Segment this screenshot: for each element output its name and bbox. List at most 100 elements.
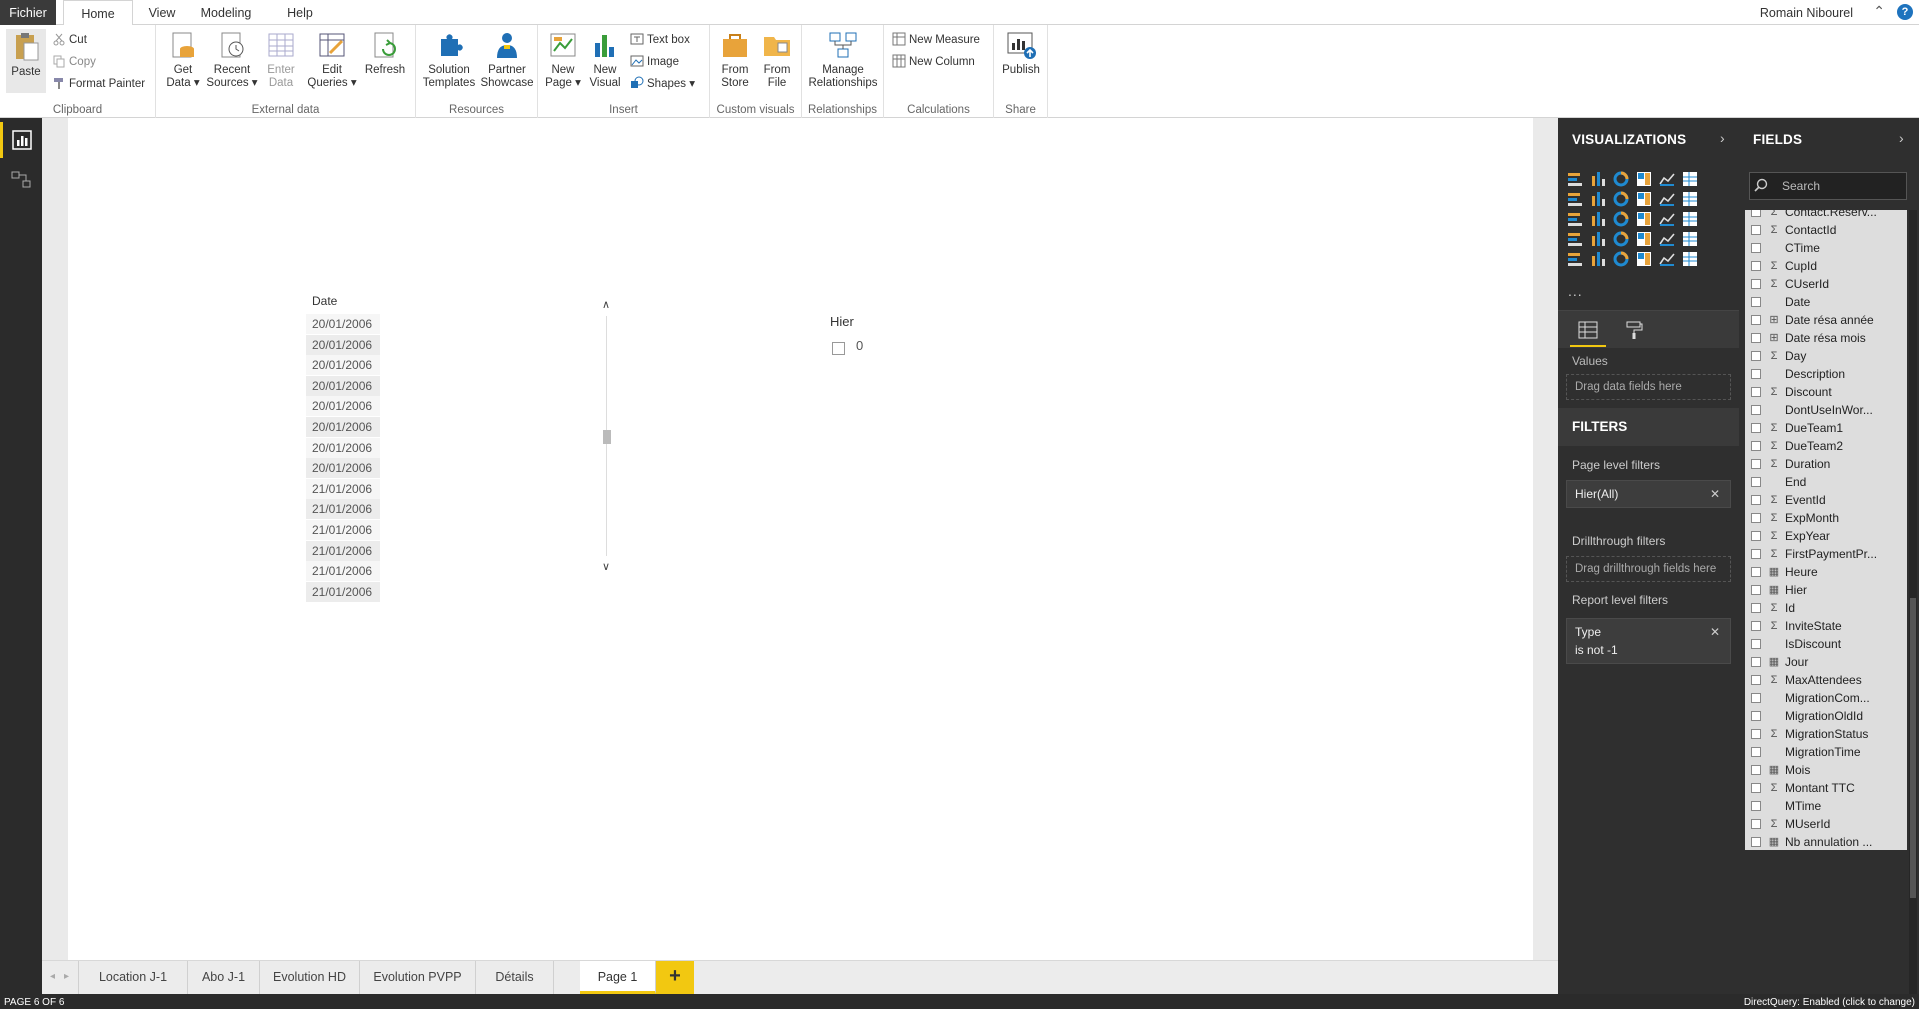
field-item[interactable]: MigrationTime [1745,742,1907,762]
table-cell-date[interactable]: 20/01/2006 [306,396,380,417]
table-cell-date[interactable]: 20/01/2006 [306,334,380,355]
close-icon[interactable]: ✕ [1710,487,1720,501]
solution-templates-button[interactable]: Solution Templates [420,29,478,90]
field-item[interactable]: MigrationCom... [1745,688,1907,708]
table-cell-date[interactable]: 21/01/2006 [306,499,380,520]
field-item[interactable]: DontUseInWor... [1745,400,1907,420]
tab-nav-next-icon[interactable]: ▸ [64,971,69,982]
field-checkbox[interactable] [1751,603,1761,613]
field-checkbox[interactable] [1751,549,1761,559]
field-item[interactable]: Σ ExpYear [1745,526,1907,546]
page-tab-evolution-hd[interactable]: Evolution HD [260,961,360,994]
field-checkbox[interactable] [1751,693,1761,703]
field-item[interactable]: Σ Day [1745,346,1907,366]
page-tab-evolution-pvpp[interactable]: Evolution PVPP [360,961,476,994]
line-clustered-column-visual-icon[interactable] [1658,190,1676,208]
partner-showcase-button[interactable]: Partner Showcase [478,29,536,90]
field-checkbox[interactable] [1751,765,1761,775]
field-checkbox[interactable] [1751,675,1761,685]
globe-visual-icon[interactable] [1658,250,1676,268]
line-visual-icon[interactable] [1566,190,1584,208]
field-checkbox[interactable] [1751,459,1761,469]
scatter-visual-icon[interactable] [1589,210,1607,228]
field-item[interactable]: ▦ Mois [1745,760,1907,780]
field-item[interactable]: End [1745,472,1907,492]
page-tab-details[interactable]: Détails [476,961,554,994]
field-checkbox[interactable] [1751,657,1761,667]
arcgis-visual-icon[interactable] [1681,250,1699,268]
waterfall-visual-icon[interactable] [1566,210,1584,228]
field-item[interactable]: MTime [1745,796,1907,816]
donut-visual-icon[interactable] [1635,210,1653,228]
field-item[interactable]: Description [1745,364,1907,384]
field-item[interactable]: Σ CupId [1745,256,1907,276]
field-checkbox[interactable] [1751,477,1761,487]
table-cell-date[interactable]: 20/01/2006 [306,458,380,479]
table-cell-date[interactable]: 21/01/2006 [306,520,380,540]
field-checkbox[interactable] [1751,639,1761,649]
field-checkbox[interactable] [1751,225,1761,235]
more-visuals-icon[interactable]: ... [1568,283,1583,299]
table-visual-icon[interactable] [1589,250,1607,268]
page-tab-abo-j1[interactable]: Abo J-1 [188,961,260,994]
from-file-button[interactable]: From File [756,29,798,90]
tab-fichier[interactable]: Fichier [0,0,56,25]
collapse-ribbon-icon[interactable]: ⌃ [1873,3,1885,20]
shapes-button[interactable]: Shapes ▾ [630,75,695,93]
recent-sources-button[interactable]: Recent Sources ▾ [206,29,258,90]
field-checkbox[interactable] [1751,783,1761,793]
field-item[interactable]: Σ FirstPaymentPr... [1745,544,1907,564]
clustered-column-visual-icon[interactable] [1635,170,1653,188]
relationships-view-button[interactable] [0,162,42,198]
slicer-visual-icon[interactable] [1566,250,1584,268]
field-item[interactable]: Σ CUserId [1745,274,1907,294]
field-item[interactable]: ▦ Jour [1745,652,1907,672]
user-name[interactable]: Romain Nibourel [1760,6,1853,20]
field-item[interactable]: Σ InviteState [1745,616,1907,636]
field-checkbox[interactable] [1751,369,1761,379]
format-painter-button[interactable]: Format Painter [52,75,145,93]
pie-visual-icon[interactable] [1612,210,1630,228]
table-cell-date[interactable]: 20/01/2006 [306,417,380,437]
field-item[interactable]: MigrationOldId [1745,706,1907,726]
values-dropzone[interactable]: Drag data fields here [1566,374,1731,400]
stacked-column-visual-icon[interactable] [1589,170,1607,188]
tab-view[interactable]: View [140,0,184,25]
cut-button[interactable]: Cut [52,31,87,49]
table-cell-date[interactable]: 20/01/2006 [306,314,380,334]
refresh-button[interactable]: Refresh [360,29,410,77]
field-checkbox[interactable] [1751,837,1761,847]
field-item[interactable]: Σ MaxAttendees [1745,670,1907,690]
tab-help[interactable]: Help [278,0,322,25]
field-checkbox[interactable] [1751,297,1761,307]
area-visual-icon[interactable] [1589,190,1607,208]
tab-home[interactable]: Home [63,0,133,26]
image-button[interactable]: Image [630,53,679,71]
field-checkbox[interactable] [1751,333,1761,343]
table-cell-date[interactable]: 20/01/2006 [306,355,380,376]
r-visual-visual-icon[interactable] [1635,250,1653,268]
field-checkbox[interactable] [1751,729,1761,739]
page-tab-location-j1[interactable]: Location J-1 [78,961,188,994]
field-item[interactable]: Σ MigrationStatus [1745,724,1907,744]
slicer-checkbox[interactable] [832,342,845,355]
funnel-visual-icon[interactable] [1589,230,1607,248]
page-tab-page1[interactable]: Page 1 [580,961,656,994]
drillthrough-dropzone[interactable]: Drag drillthrough fields here [1566,556,1731,582]
field-checkbox[interactable] [1751,513,1761,523]
treemap-visual-icon[interactable] [1658,210,1676,228]
card-visual-icon[interactable] [1635,230,1653,248]
table-cell-date[interactable]: 21/01/2006 [306,561,380,582]
field-checkbox[interactable] [1751,801,1761,811]
new-column-button[interactable]: New Column [892,53,975,71]
slicer-visual[interactable]: Hier 0 [830,314,950,364]
field-checkbox[interactable] [1751,315,1761,325]
get-data-button[interactable]: Get Data ▾ [160,29,206,90]
filter-card-type[interactable]: Type is not -1 ✕ [1566,618,1731,664]
field-checkbox[interactable] [1751,351,1761,361]
table-header-date[interactable]: Date [312,294,337,308]
field-list-scroll-thumb[interactable] [1910,598,1916,898]
field-item[interactable]: ▦ Hier [1745,580,1907,600]
fields-collapse-chevron-icon[interactable]: › [1899,130,1904,146]
field-item[interactable]: Σ MUserId [1745,814,1907,834]
